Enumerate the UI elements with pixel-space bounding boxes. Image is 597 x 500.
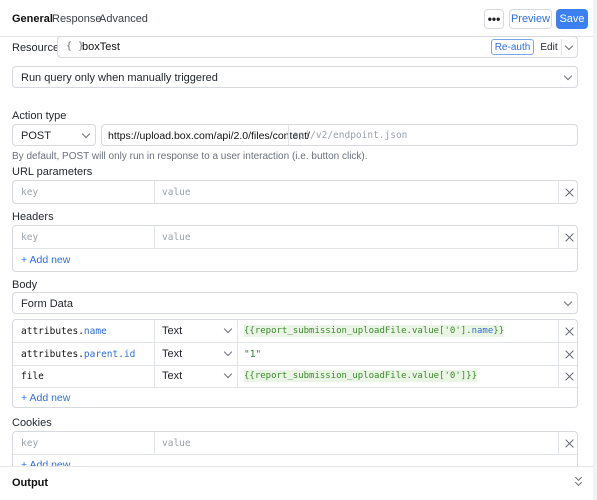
url-input[interactable]: https://upload.box.com/api/2.0/files/con…	[101, 124, 578, 146]
divider	[288, 125, 289, 145]
close-icon[interactable]	[565, 327, 574, 336]
body-label: Body	[12, 279, 38, 291]
resource-name: boxTest	[82, 41, 120, 53]
divider	[154, 320, 155, 342]
tab-general[interactable]: General	[12, 13, 53, 25]
divider	[154, 226, 155, 248]
param-key-input[interactable]: key	[21, 187, 38, 198]
trigger-select[interactable]: Run query only when manually triggered	[12, 66, 578, 88]
template-expression: report_submission_uploadFile.value['0'].	[254, 326, 472, 336]
row-value-string[interactable]: "1"	[244, 349, 261, 360]
trigger-value: Run query only when manually triggered	[21, 72, 218, 84]
url-params-table: key value	[12, 180, 578, 204]
url-base: https://upload.box.com/api/2.0/files/con…	[108, 130, 310, 142]
chevron-down-icon[interactable]	[223, 324, 233, 334]
divider	[237, 343, 238, 365]
divider	[558, 343, 559, 365]
row-type-value[interactable]: Text	[162, 325, 182, 337]
divider	[154, 365, 155, 387]
tab-response[interactable]: Response	[52, 13, 102, 25]
divider	[154, 432, 155, 454]
table-row: file Text {{report_submission_uploadFile…	[13, 365, 577, 387]
row-value-template[interactable]: {{report_submission_uploadFile.value['0'…	[244, 325, 505, 337]
divider	[154, 181, 155, 203]
reauth-button[interactable]: Re-auth	[491, 39, 534, 55]
save-button[interactable]: Save	[556, 9, 588, 29]
action-type-label: Action type	[12, 110, 67, 122]
cookies-label: Cookies	[12, 417, 52, 429]
param-value-input[interactable]: value	[162, 187, 191, 198]
chevron-down-icon[interactable]	[223, 369, 233, 379]
chevron-down-icon	[563, 71, 573, 81]
header-key-input[interactable]: key	[21, 232, 38, 243]
key-suffix: parent.id	[83, 349, 136, 360]
chevron-down-icon	[563, 297, 573, 307]
headers-table: key value + Add new	[12, 225, 578, 272]
divider	[237, 320, 238, 342]
tab-advanced[interactable]: Advanced	[99, 13, 148, 25]
body-type-select[interactable]: Form Data	[12, 292, 578, 314]
divider	[13, 248, 577, 249]
close-icon[interactable]	[565, 350, 574, 359]
template-open: {{	[244, 371, 255, 381]
chevron-down-icon	[574, 478, 583, 487]
output-panel-header[interactable]: Output	[0, 466, 593, 500]
body-type-value: Form Data	[21, 298, 73, 310]
divider	[558, 226, 559, 248]
action-hint: By default, POST will only run in respon…	[12, 151, 368, 162]
template-property: name	[471, 326, 494, 336]
template-open: {{	[244, 326, 255, 336]
template-close: }}	[493, 326, 505, 336]
body-key[interactable]: attributes.parent.id	[21, 349, 135, 360]
body-key[interactable]: file	[21, 371, 44, 382]
template-close: }}	[466, 371, 478, 381]
resource-selector[interactable]: { } boxTest Re-auth Edit	[57, 36, 578, 58]
output-label: Output	[12, 477, 49, 489]
add-body-field-button[interactable]: + Add new	[21, 392, 70, 404]
header-value-input[interactable]: value	[162, 232, 191, 243]
method-value: POST	[21, 130, 51, 142]
divider	[13, 454, 577, 455]
divider	[13, 387, 577, 388]
url-params-label: URL parameters	[12, 166, 93, 178]
top-tab-bar: General Response Advanced ••• Preview Sa…	[0, 0, 593, 37]
divider	[154, 343, 155, 365]
divider	[561, 39, 562, 55]
divider	[558, 432, 559, 454]
divider	[237, 365, 238, 387]
close-icon[interactable]	[565, 372, 574, 381]
divider	[558, 320, 559, 342]
edit-button[interactable]: Edit	[538, 39, 560, 55]
key-suffix: name	[83, 326, 107, 337]
body-key[interactable]: attributes.name	[21, 326, 107, 337]
resource-label: Resource	[12, 42, 60, 54]
url-path-placeholder[interactable]: api/v2/endpoint.json	[293, 130, 407, 141]
chevron-down-icon	[81, 129, 91, 139]
divider	[558, 181, 559, 203]
scrollbar[interactable]	[593, 0, 597, 500]
headers-label: Headers	[12, 211, 54, 223]
key-prefix: attributes.	[21, 326, 84, 337]
preview-button[interactable]: Preview	[509, 9, 552, 29]
cookie-value-input[interactable]: value	[162, 438, 191, 449]
row-type-value[interactable]: Text	[162, 370, 182, 382]
table-row: attributes.name Text {{report_submission…	[13, 320, 577, 342]
body-form-table: attributes.name Text {{report_submission…	[12, 319, 578, 408]
add-header-button[interactable]: + Add new	[21, 254, 70, 266]
row-type-value[interactable]: Text	[162, 348, 182, 360]
key-prefix: file	[21, 371, 44, 382]
table-row: attributes.parent.id Text "1"	[13, 343, 577, 365]
row-value-template[interactable]: {{report_submission_uploadFile.value['0'…	[244, 370, 478, 382]
key-prefix: attributes.	[21, 349, 84, 360]
template-expression: report_submission_uploadFile.value['0']	[254, 371, 467, 381]
divider	[558, 365, 559, 387]
close-icon[interactable]	[565, 439, 574, 448]
method-select[interactable]: POST	[12, 124, 96, 146]
close-icon[interactable]	[565, 233, 574, 242]
more-options-button[interactable]: •••	[484, 9, 504, 29]
chevron-down-icon[interactable]	[564, 41, 574, 51]
close-icon[interactable]	[565, 188, 574, 197]
chevron-down-icon[interactable]	[223, 347, 233, 357]
cookie-key-input[interactable]: key	[21, 438, 38, 449]
